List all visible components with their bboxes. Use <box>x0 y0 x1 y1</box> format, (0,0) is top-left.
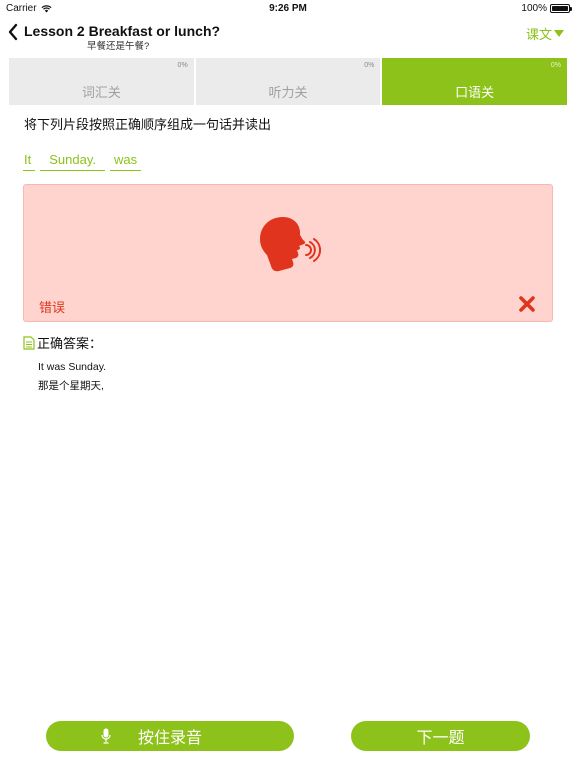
chevron-left-icon[interactable] <box>6 22 20 42</box>
answer-english: It was Sunday. <box>38 361 107 373</box>
level-tabs: 0% 词汇关 0% 听力关 0% 口语关 <box>9 58 568 105</box>
result-card: 错误 <box>23 184 553 322</box>
answer-heading: 正确答案： <box>23 333 102 352</box>
battery-percent: 100% <box>521 3 547 14</box>
tab-label: 听力关 <box>268 85 308 100</box>
battery-icon <box>550 4 572 13</box>
tab-progress: 0% <box>364 62 375 69</box>
hold-to-record-button[interactable]: 按住录音 <box>46 721 294 751</box>
tab-progress: 0% <box>550 62 562 69</box>
text-menu-button[interactable]: 课文 <box>526 24 564 43</box>
record-button-label: 按住录音 <box>137 730 202 747</box>
microphone-icon <box>101 728 111 744</box>
tab-vocabulary[interactable]: 0% 词汇关 <box>9 58 194 105</box>
tab-label: 词汇关 <box>81 85 121 100</box>
status-time: 9:26 PM <box>269 3 307 14</box>
caret-down-icon <box>554 30 564 37</box>
fragment-chip[interactable]: was <box>109 152 142 171</box>
page-title: Lesson 2 Breakfast or lunch? <box>24 23 221 39</box>
answer-chinese: 那是个星期天, <box>38 380 104 392</box>
tab-label: 口语关 <box>455 85 495 100</box>
question-instruction: 将下列片段按照正确顺序组成一句话并读出 <box>24 117 272 132</box>
next-question-button[interactable]: 下一题 <box>351 721 530 751</box>
page-subtitle: 早餐还是午餐? <box>87 41 150 52</box>
tab-progress: 0% <box>177 62 188 69</box>
tab-speaking[interactable]: 0% 口语关 <box>382 58 568 105</box>
text-menu-label: 课文 <box>525 27 552 42</box>
status-battery-group: 100% <box>521 3 572 14</box>
fragment-chip[interactable]: It <box>23 152 36 171</box>
nav-header: Lesson 2 Breakfast or lunch? 早餐还是午餐? 课文 <box>0 18 576 58</box>
speaking-head-icon[interactable] <box>257 215 321 275</box>
answer-title: 正确答案： <box>37 336 103 351</box>
document-icon <box>23 335 35 350</box>
fragment-chip[interactable]: Sunday. <box>40 152 105 171</box>
tab-listening[interactable]: 0% 听力关 <box>195 58 381 105</box>
fragment-list: It Sunday. was <box>23 152 142 171</box>
cross-icon <box>519 296 535 312</box>
result-status-label: 错误 <box>39 300 66 315</box>
next-button-label: 下一题 <box>416 730 465 747</box>
status-bar: Carrier 9:26 PM 100% <box>0 0 576 18</box>
